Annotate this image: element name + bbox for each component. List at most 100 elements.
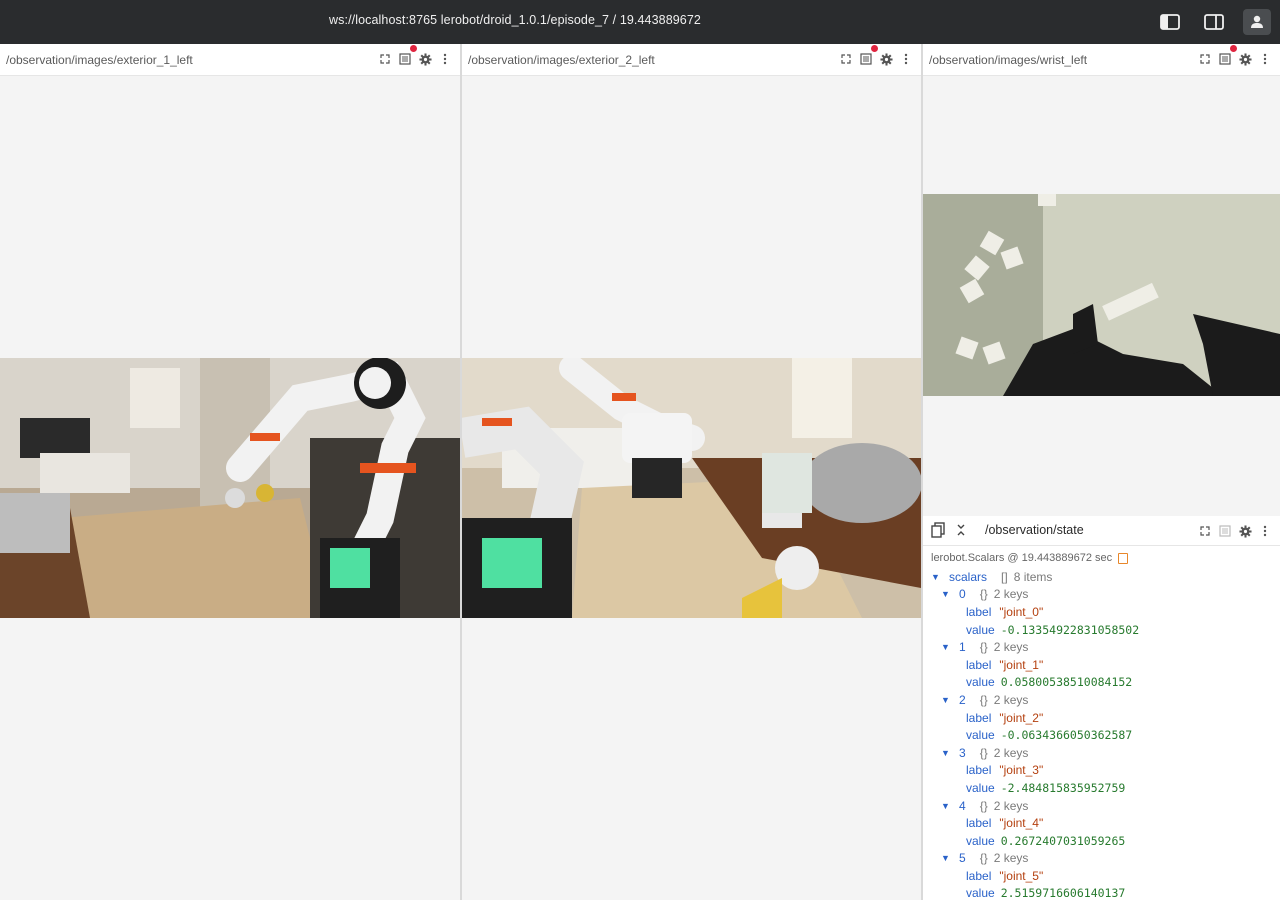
more-options-icon[interactable] xyxy=(899,52,913,66)
panel-tools xyxy=(839,45,913,66)
tree-label-value: "joint_3" xyxy=(999,763,1044,778)
tree-item: ▼ 1 {} 2 keys label "joint_1" value 0.05… xyxy=(931,638,1280,691)
chevron-down-icon[interactable]: ▼ xyxy=(941,853,953,863)
tree-value-row: value 0.2672407031059265 xyxy=(931,832,1280,850)
selection-panel-icon[interactable] xyxy=(1218,524,1232,538)
panel-tools xyxy=(1198,45,1272,66)
chevron-down-icon[interactable]: ▼ xyxy=(941,748,953,758)
chevron-down-icon[interactable]: ▼ xyxy=(941,695,953,705)
gear-icon[interactable] xyxy=(1238,524,1252,538)
tree-label-row: label "joint_3" xyxy=(931,762,1280,780)
record-dot-icon xyxy=(871,45,878,52)
camera-image-exterior-1 xyxy=(0,358,460,618)
tree-item: ▼ 0 {} 2 keys label "joint_0" value -0.1… xyxy=(931,586,1280,639)
collapse-icon[interactable] xyxy=(955,522,967,543)
maximize-icon[interactable] xyxy=(839,52,853,66)
tree-number-value: -0.13354922831058502 xyxy=(1000,622,1140,637)
panel-title: /observation/images/wrist_left xyxy=(929,53,1088,67)
record-dot-icon xyxy=(410,45,417,52)
panel-exterior-2-left: /observation/images/exterior_2_left xyxy=(462,44,921,900)
record-dot-icon xyxy=(1230,45,1237,52)
gear-icon[interactable] xyxy=(1238,52,1252,66)
state-header-icons xyxy=(931,522,967,543)
tree-type: {} xyxy=(979,640,988,655)
tree-field-key: value xyxy=(966,886,995,900)
right-panel-toggle-icon xyxy=(1204,14,1224,30)
tree-index: 4 xyxy=(959,798,966,813)
tree-type: [] xyxy=(1001,569,1008,584)
panel-title: /observation/images/exterior_1_left xyxy=(6,53,193,67)
tree-type: {} xyxy=(979,851,988,866)
panel-tools xyxy=(378,45,452,66)
tree-field-key: label xyxy=(966,710,992,725)
tree-label-value: "joint_0" xyxy=(999,604,1044,619)
maximize-icon[interactable] xyxy=(1198,524,1212,538)
tree-value-row: value -0.0634366050362587 xyxy=(931,726,1280,744)
message-meta: lerobot.Scalars @ 19.443889672 sec xyxy=(931,552,1280,564)
panel-wrist-left: /observation/images/wrist_left xyxy=(923,44,1280,516)
selection-panel-icon[interactable] xyxy=(859,45,878,66)
tree-item-header[interactable]: ▼ 0 {} 2 keys xyxy=(931,586,1280,604)
tree-item-header[interactable]: ▼ 5 {} 2 keys xyxy=(931,850,1280,868)
tree-count: 2 keys xyxy=(993,851,1029,866)
chevron-down-icon[interactable]: ▼ xyxy=(941,801,953,811)
tree-item-header[interactable]: ▼ 1 {} 2 keys xyxy=(931,638,1280,656)
tree-field-key: value xyxy=(966,833,995,848)
tree-count: 2 keys xyxy=(993,745,1029,760)
state-tree: lerobot.Scalars @ 19.443889672 sec ▼ sca… xyxy=(923,546,1280,900)
copy-icon[interactable] xyxy=(1118,552,1129,564)
right-panel-toggle-button[interactable] xyxy=(1200,9,1228,35)
tree-key: scalars xyxy=(949,569,988,584)
tree-type: {} xyxy=(979,692,988,707)
more-options-icon[interactable] xyxy=(1258,524,1272,538)
tree-field-key: label xyxy=(966,868,992,883)
message-meta-text: lerobot.Scalars @ 19.443889672 sec xyxy=(931,552,1113,564)
panel-tools xyxy=(1198,524,1272,538)
gear-icon[interactable] xyxy=(879,52,893,66)
gear-icon[interactable] xyxy=(418,52,432,66)
tree-item-header[interactable]: ▼ 4 {} 2 keys xyxy=(931,797,1280,815)
selection-panel-icon[interactable] xyxy=(398,45,417,66)
tree-count: 2 keys xyxy=(993,640,1029,655)
tree-label-row: label "joint_2" xyxy=(931,709,1280,727)
tree-item-header[interactable]: ▼ 2 {} 2 keys xyxy=(931,691,1280,709)
tree-index: 5 xyxy=(959,851,966,866)
tree-value-row: value -2.484815835952759 xyxy=(931,779,1280,797)
tree-type: {} xyxy=(979,798,988,813)
camera-image-exterior-2 xyxy=(462,358,921,618)
tree-value-row: value 2.5159716606140137 xyxy=(931,885,1280,900)
left-panel-toggle-icon xyxy=(1160,14,1180,30)
tree-item-header[interactable]: ▼ 3 {} 2 keys xyxy=(931,744,1280,762)
user-button[interactable] xyxy=(1243,9,1271,35)
tree-label-row: label "joint_0" xyxy=(931,603,1280,621)
tree-root[interactable]: ▼ scalars [] 8 items xyxy=(931,568,1280,586)
tree-item: ▼ 2 {} 2 keys label "joint_2" value -0.0… xyxy=(931,691,1280,744)
tree-index: 2 xyxy=(959,692,966,707)
tree-label-row: label "joint_1" xyxy=(931,656,1280,674)
tree-label-value: "joint_4" xyxy=(999,816,1044,831)
copy-icon[interactable] xyxy=(931,522,945,543)
top-bar: ws://localhost:8765 lerobot/droid_1.0.1/… xyxy=(0,0,1280,44)
tree-field-key: value xyxy=(966,728,995,743)
maximize-icon[interactable] xyxy=(1198,52,1212,66)
chevron-down-icon[interactable]: ▼ xyxy=(941,642,953,652)
chevron-down-icon[interactable]: ▼ xyxy=(931,572,943,582)
tree-index: 0 xyxy=(959,587,966,602)
camera-image-wrist xyxy=(923,194,1280,396)
tree-number-value: 0.2672407031059265 xyxy=(1000,833,1126,848)
chevron-down-icon[interactable]: ▼ xyxy=(941,589,953,599)
more-options-icon[interactable] xyxy=(1258,52,1272,66)
panel-header: /observation/state xyxy=(923,516,1280,546)
more-options-icon[interactable] xyxy=(438,52,452,66)
tree-number-value: -2.484815835952759 xyxy=(1000,780,1126,795)
connection-title: ws://localhost:8765 lerobot/droid_1.0.1/… xyxy=(329,13,701,27)
tree-item: ▼ 3 {} 2 keys label "joint_3" value -2.4… xyxy=(931,744,1280,797)
selection-panel-icon[interactable] xyxy=(1218,45,1237,66)
left-panel-toggle-button[interactable] xyxy=(1156,9,1184,35)
panel-header: /observation/images/wrist_left xyxy=(923,44,1280,76)
tree-item: ▼ 4 {} 2 keys label "joint_4" value 0.26… xyxy=(931,797,1280,850)
tree-items: ▼ 0 {} 2 keys label "joint_0" value -0.1… xyxy=(931,586,1280,900)
tree-field-key: value xyxy=(966,780,995,795)
maximize-icon[interactable] xyxy=(378,52,392,66)
tree-count: 2 keys xyxy=(993,798,1029,813)
